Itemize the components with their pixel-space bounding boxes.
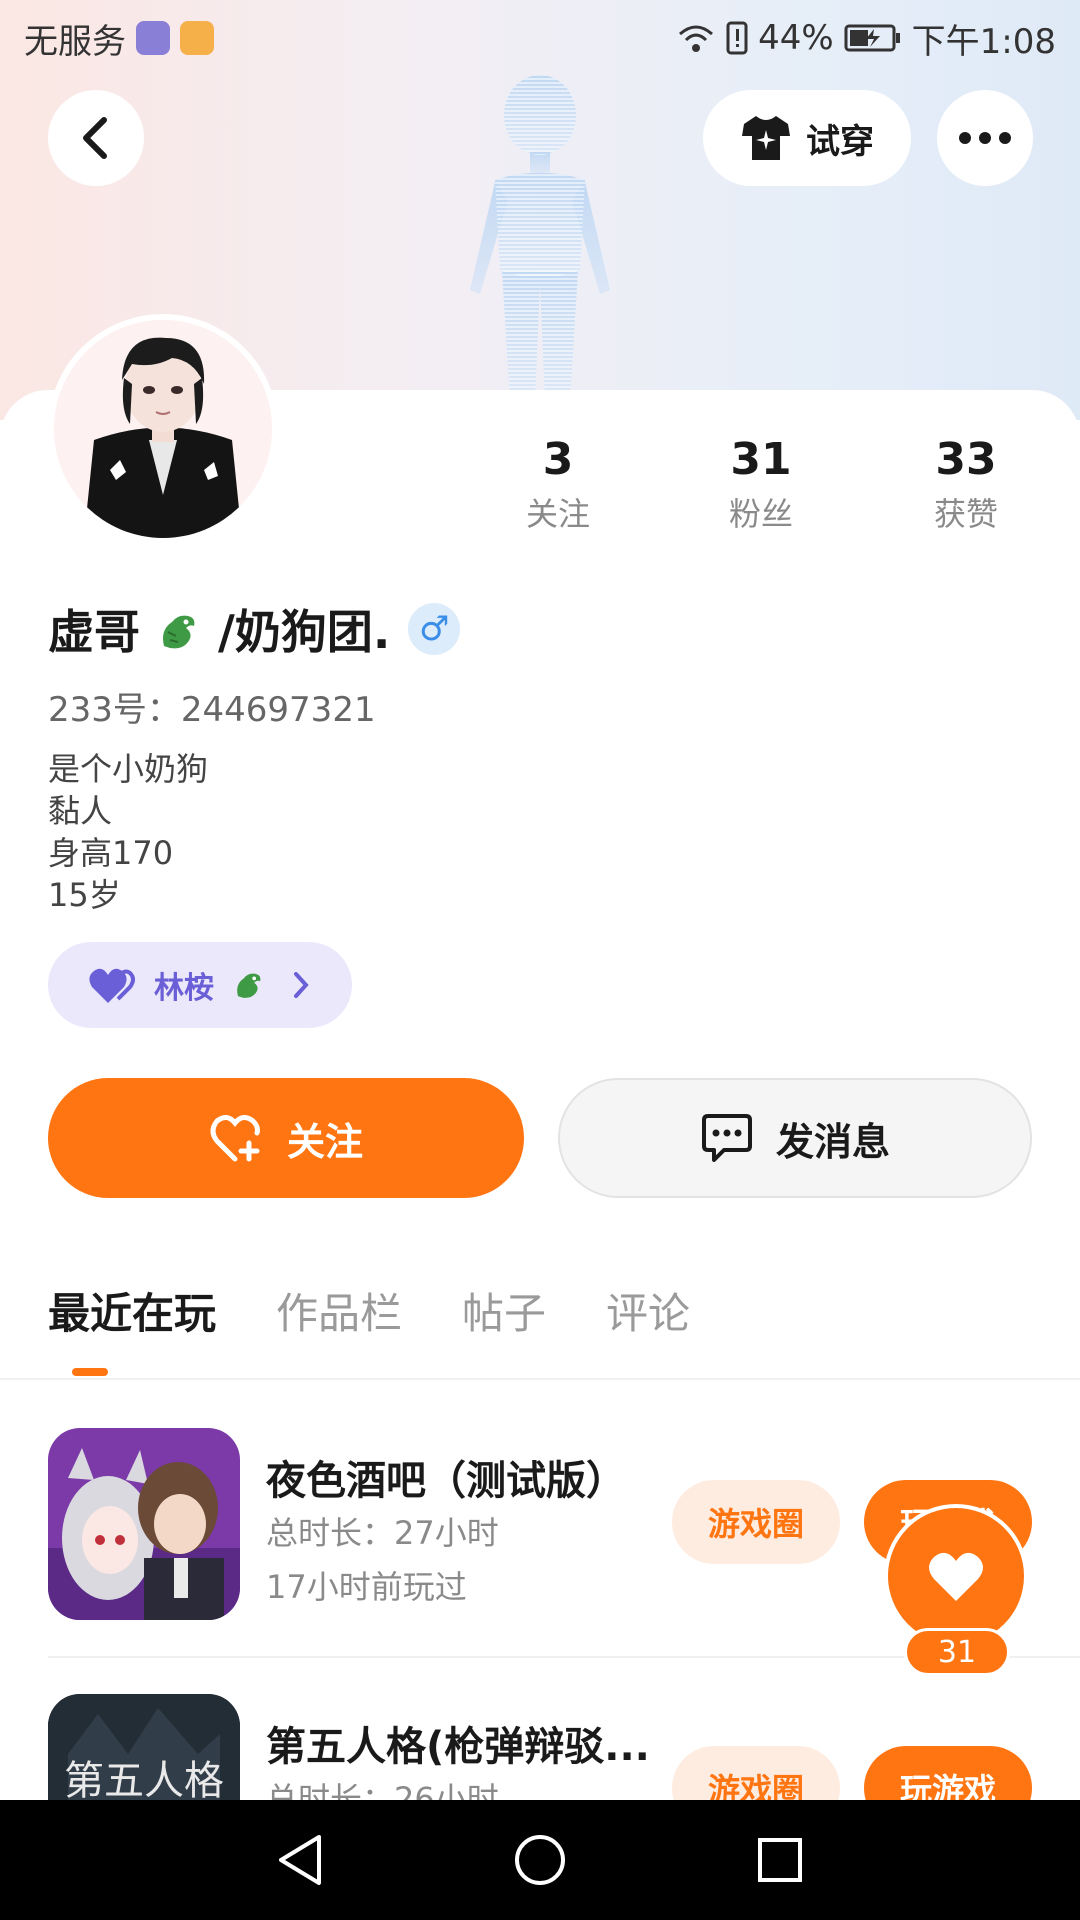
game-duration: 总时长：27小时 [266, 1514, 499, 1552]
stat-value: 33 [935, 434, 997, 485]
stat-value: 3 [542, 434, 574, 485]
active-tab-indicator [72, 1368, 108, 1376]
bio-line: 黏人 [48, 792, 113, 830]
sim-alert-icon [726, 21, 748, 55]
clock: 下午1:08 [911, 21, 1056, 62]
bio-line: 是个小奶狗 [48, 750, 209, 788]
game-title: 夜色酒吧（测试版） [266, 1458, 626, 1504]
battery-icon [844, 24, 900, 52]
stat-label: 获赞 [933, 495, 998, 533]
bio: 是个小奶狗 黏人 身高170 15岁 [48, 748, 208, 916]
username-part: 虚哥 [48, 605, 140, 659]
nav-back-button[interactable] [260, 1820, 340, 1900]
dragon-emoji-icon [163, 615, 195, 649]
stat-likes[interactable]: 33 获赞 [886, 432, 1046, 536]
chevron-left-icon [83, 117, 107, 159]
wifi-icon [679, 25, 714, 52]
follow-label: 关注 [286, 1119, 363, 1164]
username: 虚哥 /奶狗团. [48, 596, 390, 662]
game-icon [48, 1428, 240, 1620]
nav-home-button[interactable] [500, 1820, 580, 1900]
more-dots-icon [959, 132, 1011, 144]
stat-followers[interactable]: 31 粉丝 [681, 432, 841, 536]
game-circle-button[interactable]: 游戏圈 [672, 1480, 840, 1564]
follow-button[interactable]: 关注 [48, 1078, 524, 1198]
try-on-button[interactable]: 试穿 [703, 90, 911, 186]
double-heart-icon [89, 968, 135, 1003]
stat-value: 31 [730, 434, 792, 485]
tab-posts[interactable]: 帖子 [462, 1280, 546, 1350]
chat-bubble-icon [701, 1114, 752, 1162]
heart-plus-icon [210, 1115, 260, 1162]
send-message-button[interactable]: 发消息 [558, 1078, 1032, 1198]
game-icon-text: 第五人格 [64, 1758, 224, 1800]
username-part: /奶狗团. [218, 605, 391, 659]
avatar-hologram-figure [470, 75, 610, 400]
cp-name: 林桉 [154, 971, 214, 1006]
circle-home-icon [515, 1835, 565, 1885]
like-button[interactable] [884, 1504, 1028, 1648]
play-game-button[interactable]: 玩游戏 [864, 1746, 1032, 1800]
male-gender-icon: ♂ [408, 603, 461, 655]
tshirt-icon [742, 116, 790, 160]
stat-label: 关注 [525, 495, 590, 533]
chevron-right-icon [294, 972, 309, 998]
game-duration: 总时长：26小时 [266, 1780, 499, 1800]
app-notification-icon [180, 21, 214, 55]
nav-recents-button[interactable] [740, 1820, 820, 1900]
more-options-button[interactable] [937, 90, 1033, 186]
try-on-label: 试穿 [806, 121, 874, 162]
cp-relationship-chip[interactable]: 林桉 [48, 942, 352, 1028]
stat-following[interactable]: 3 关注 [478, 432, 638, 536]
user-id[interactable]: 233号：244697321 [48, 682, 376, 731]
bio-line: 身高170 [48, 834, 174, 872]
heart-icon [929, 1552, 983, 1601]
back-button[interactable] [48, 90, 144, 186]
profile-stats: 3 关注 31 粉丝 33 获赞 [0, 432, 1080, 542]
dragon-emoji-icon [237, 973, 261, 998]
tab-works[interactable]: 作品栏 [276, 1280, 402, 1350]
triangle-back-icon [279, 1835, 321, 1885]
system-navigation-bar [0, 1800, 1080, 1920]
list-item[interactable]: 第五人格 第五人格(枪弹辩驳... 总时长：26小时 游戏圈 玩游戏 [48, 1694, 1048, 1800]
status-bar: 无服务 44% 下午1:08 [0, 0, 1080, 76]
username-row: 虚哥 /奶狗团. ♂ [48, 596, 461, 662]
app-notification-icon [136, 21, 170, 55]
game-last-played: 17小时前玩过 [266, 1568, 467, 1606]
profile-tabs: 最近在玩 作品栏 帖子 评论 [48, 1280, 690, 1350]
carrier-text: 无服务 [24, 21, 126, 62]
send-message-label: 发消息 [775, 1119, 890, 1164]
game-icon: 第五人格 [48, 1694, 240, 1800]
tab-comments[interactable]: 评论 [606, 1280, 690, 1350]
bio-line: 15岁 [48, 876, 121, 914]
divider [0, 1378, 1080, 1380]
game-circle-button[interactable]: 游戏圈 [672, 1746, 840, 1800]
square-recents-icon [758, 1838, 802, 1882]
game-title: 第五人格(枪弹辩驳... [266, 1724, 650, 1770]
tab-recently-played[interactable]: 最近在玩 [48, 1280, 216, 1350]
stat-label: 粉丝 [728, 495, 793, 533]
like-count-badge: 31 [904, 1628, 1010, 1676]
battery-percent: 44% [758, 18, 834, 58]
